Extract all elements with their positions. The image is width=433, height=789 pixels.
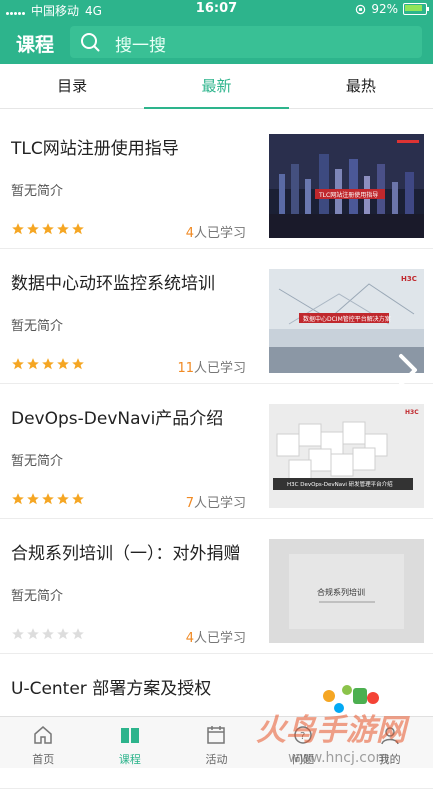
star-empty-icon [42,628,54,640]
star-empty-icon [12,628,24,640]
learner-number: 7 [185,496,194,511]
app-header: 课程 搜一搜 [0,20,433,64]
thumb-caption: 数据中心DCIM管控平台解决方案 [303,315,391,323]
learner-suffix: 人已学习 [193,496,246,511]
search-icon [81,33,100,52]
svg-text:H3C: H3C [405,409,419,416]
course-rating [11,222,85,236]
star-filled-icon [27,223,39,235]
course-desc: 暂无简介 [11,589,64,604]
course-desc: 暂无简介 [11,319,64,334]
course-thumbnail[interactable]: TLC网站注册使用指导 [269,134,424,238]
learner-suffix: 人已学习 [193,361,246,376]
course-rating [11,492,85,506]
star-filled-icon [72,223,84,235]
learner-number: 4 [185,226,194,241]
nav-label: 首页 [32,753,55,766]
search-placeholder: 搜一搜 [115,36,166,56]
learner-number: 11 [177,361,194,376]
thumb-caption: 合规系列培训 [317,587,365,597]
status-right: 92% [355,2,429,16]
course-item[interactable]: 合规系列培训（一）：对外捐赠 暂无简介 4人已学习 合规系列培训 [0,519,433,654]
course-list: TLC网站注册使用指导 暂无简介 4人已学习 TLC网站注册使用指导 数据中心动… [0,114,433,789]
learner-number: 4 [185,631,194,646]
course-thumbnail[interactable]: H3C DevOps-DevNavi 研发管理平台介绍 H3C [269,404,424,508]
tab-bar: 目录 最新 最热 [0,64,433,109]
course-title: U-Center 部署方案及授权 [11,679,212,699]
nav-label: 课程 [118,753,141,766]
course-item[interactable]: DevOps-DevNavi产品介绍 暂无简介 7人已学习 H3C DevOps… [0,384,433,519]
star-empty-icon [27,628,39,640]
course-title: 数据中心动环监控系统培训 [11,274,215,294]
star-filled-icon [42,493,54,505]
learner-count: 4人已学习 [150,627,246,646]
svg-text:H3C: H3C [401,275,417,283]
course-title: TLC网站注册使用指导 [11,139,179,159]
star-filled-icon [57,493,69,505]
star-filled-icon [12,358,24,370]
course-desc: 暂无简介 [11,184,64,199]
course-title: 合规系列培训（一）：对外捐赠 [11,544,241,564]
nav-home[interactable]: 首页 [0,717,87,768]
search-input[interactable]: 搜一搜 [70,26,422,58]
course-rating [11,357,85,371]
star-filled-icon [27,493,39,505]
battery-icon [403,3,429,15]
orientation-lock-icon [356,4,366,14]
status-bar: 中国移动 4G 16:07 92% [0,0,433,20]
star-filled-icon [42,358,54,370]
course-item[interactable]: TLC网站注册使用指导 暂无简介 4人已学习 TLC网站注册使用指导 [0,114,433,249]
thumb-caption: H3C DevOps-DevNavi 研发管理平台介绍 [287,480,393,488]
star-filled-icon [12,493,24,505]
watermark-logo: 火鸟手游网 www.hncj.com [256,713,410,766]
learner-count: 11人已学习 [150,357,246,376]
star-filled-icon [72,358,84,370]
svg-text:www.hncj.com: www.hncj.com [288,750,389,766]
tab-hottest[interactable]: 最热 [289,64,433,108]
star-empty-icon [57,628,69,640]
course-desc: 暂无简介 [11,454,64,469]
star-filled-icon [57,223,69,235]
course-item[interactable]: 数据中心动环监控系统培训 暂无简介 11人已学习 数据中心DCIM管控平台解决方… [0,249,433,384]
home-icon [34,726,53,744]
star-filled-icon [42,223,54,235]
star-filled-icon [27,358,39,370]
battery-percent: 92% [371,2,398,16]
learner-suffix: 人已学习 [193,631,246,646]
thumb-caption: TLC网站注册使用指导 [318,191,378,199]
tab-latest[interactable]: 最新 [144,64,289,109]
learner-suffix: 人已学习 [193,226,246,241]
star-filled-icon [72,493,84,505]
svg-text:火鸟手游网: 火鸟手游网 [256,713,410,748]
learner-count: 4人已学习 [150,222,246,241]
course-thumbnail[interactable]: 合规系列培训 [269,539,424,643]
nav-label: 活动 [205,753,228,766]
nav-activity[interactable]: 活动 [173,717,260,768]
learner-count: 7人已学习 [150,492,246,511]
carousel-next-icon[interactable] [393,352,421,388]
book-icon [120,728,139,743]
course-rating [11,627,85,641]
nav-courses[interactable]: 课程 [87,717,174,768]
tab-catalog[interactable]: 目录 [0,64,144,108]
calendar-icon [207,726,226,744]
course-title: DevOps-DevNavi产品介绍 [11,409,224,429]
star-filled-icon [12,223,24,235]
star-empty-icon [72,628,84,640]
page-title: 课程 [16,34,55,56]
star-filled-icon [57,358,69,370]
